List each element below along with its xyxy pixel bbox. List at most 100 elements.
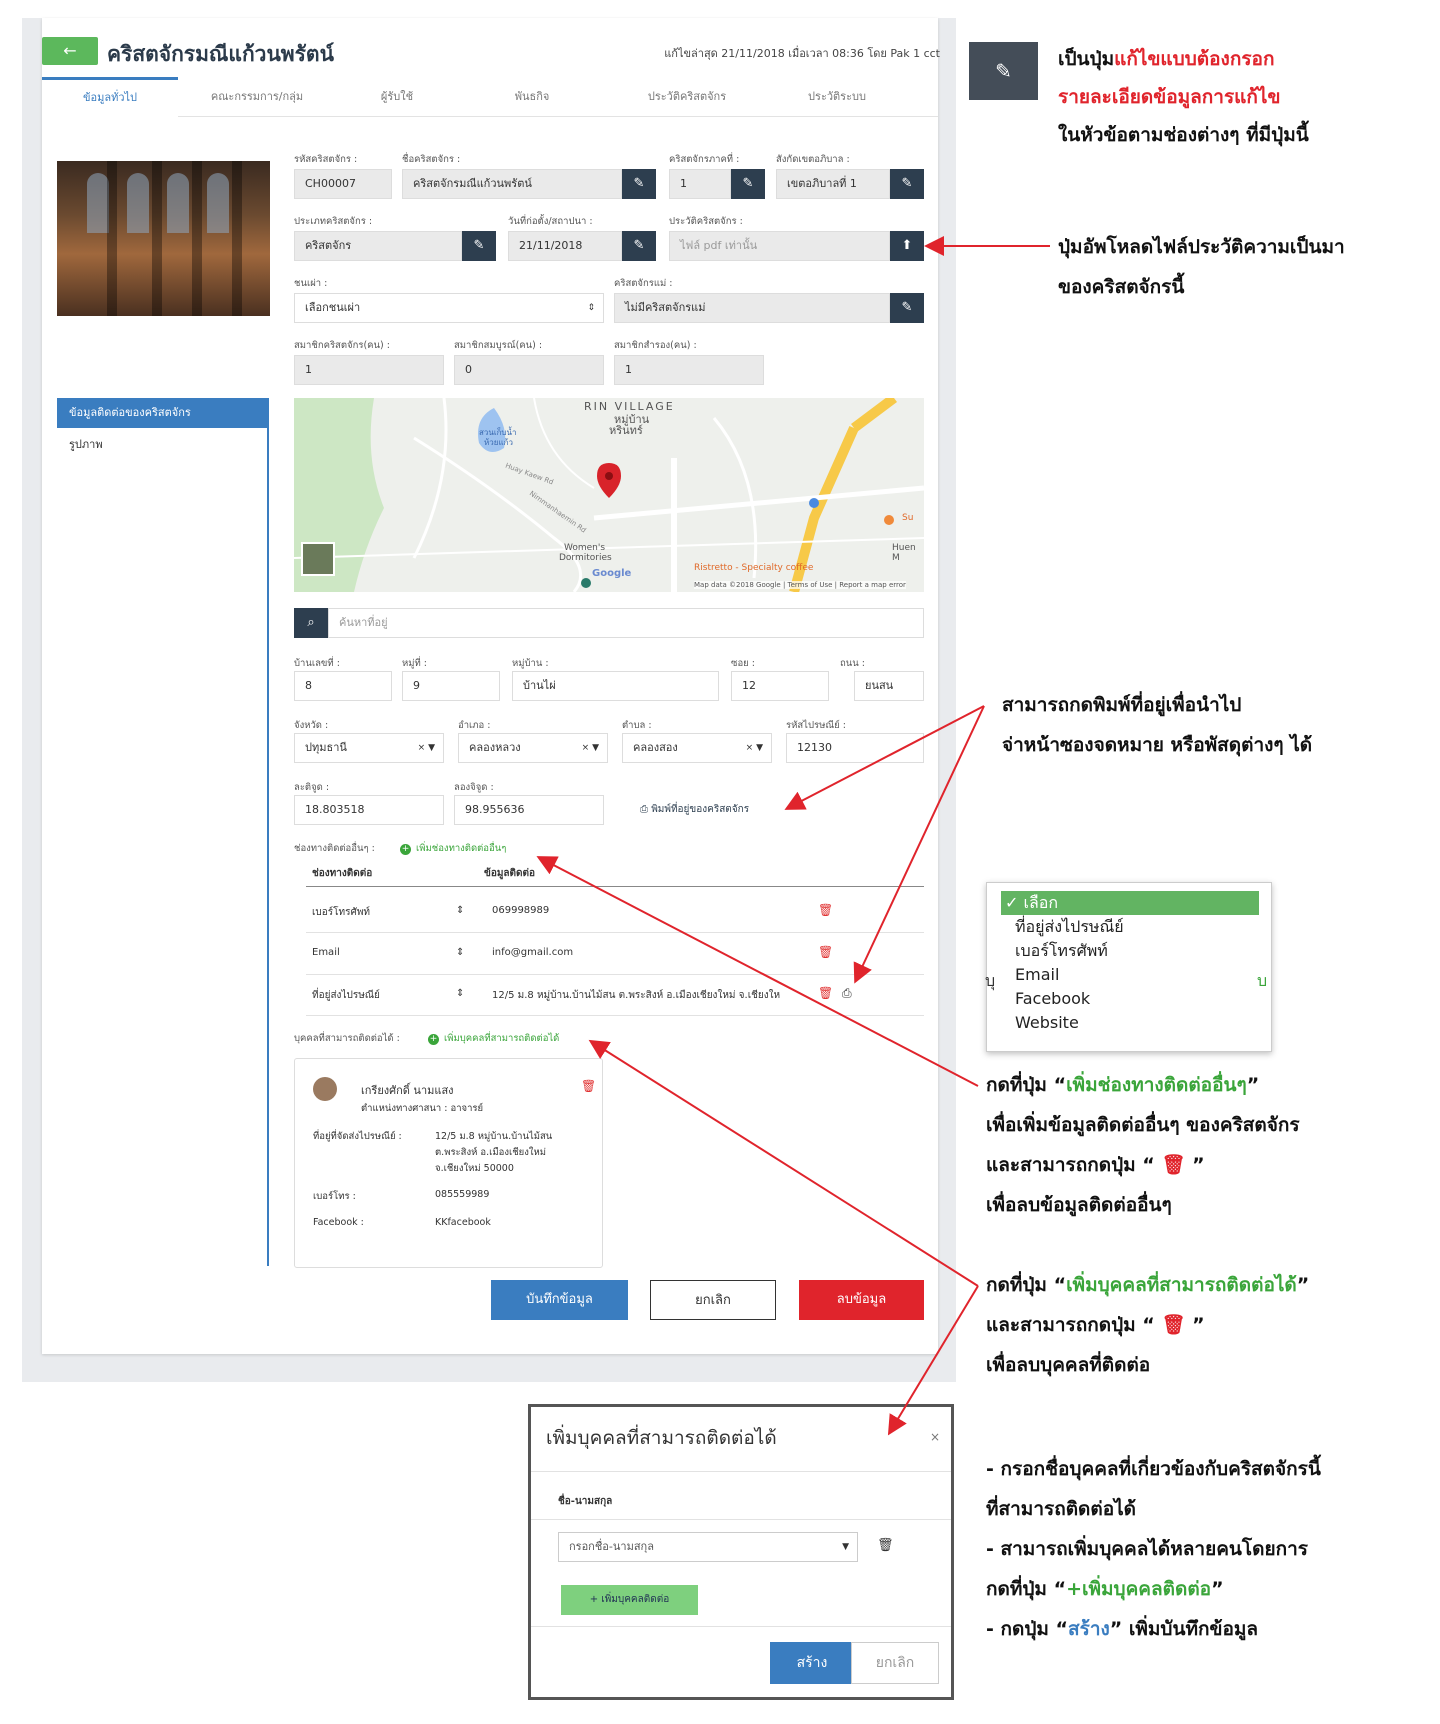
persons-label: บุคคลที่สามารถติดต่อได้ :: [294, 1033, 400, 1044]
sort-icon: ⇕: [456, 988, 465, 999]
plus-icon: +: [428, 1034, 439, 1045]
person-name-select[interactable]: กรอกชื่อ-นามสกุล ▼: [558, 1532, 858, 1562]
delete-button[interactable]: ลบข้อมูล: [799, 1280, 924, 1320]
annotation-print: สามารถกดพิมพ์ที่อยู่เพื่อนำไป: [1002, 694, 1242, 716]
dropdown-option[interactable]: Website: [1001, 1011, 1259, 1035]
road-field[interactable]: ยนสน: [854, 671, 924, 701]
close-icon[interactable]: ×: [930, 1430, 940, 1444]
type-field: คริสตจักร: [294, 231, 462, 261]
person-address-label: ที่อยู่ที่จัดส่งไปรษณีย์ :: [313, 1131, 402, 1142]
person-facebook-label: Facebook :: [313, 1217, 364, 1228]
tab-system-history[interactable]: ประวัติระบบ: [762, 77, 912, 117]
annotation-contact: เพื่อลบข้อมูลติดต่ออื่นๆ: [986, 1194, 1172, 1216]
mother-label: คริสตจักรแม่ :: [614, 278, 673, 289]
chevron-down-icon: × ▼: [417, 743, 435, 753]
person-card: เกรียงศักดิ์ นามแสง ตำแหน่งทางศาสนา : อา…: [294, 1058, 603, 1268]
lng-field[interactable]: 98.955636: [454, 795, 604, 825]
annotation-modal: - สามารถเพิ่มบุคคลได้หลายคนโดยการ: [986, 1538, 1308, 1560]
edit-icon: ✎: [742, 176, 754, 191]
edit-district-button[interactable]: ✎: [890, 169, 924, 199]
mother-field: ไม่มีคริสตจักรแม่: [614, 293, 890, 323]
plus-icon: +: [400, 844, 411, 855]
cancel-button[interactable]: ยกเลิก: [650, 1280, 776, 1320]
edit-name-button[interactable]: ✎: [622, 169, 656, 199]
map-logo: Google: [592, 568, 632, 579]
full-members-label: สมาชิกสมบูรณ์(คน) :: [454, 340, 543, 351]
trash-icon[interactable]: 🗑: [877, 1538, 894, 1553]
search-icon: ⌕: [307, 615, 315, 630]
full-members-field: 0: [454, 355, 604, 385]
map-label: Ristretto - Specialty coffee: [694, 563, 814, 573]
name-field: คริสตจักรมณีแก้วนพรัตน์: [402, 169, 622, 199]
dropdown-option[interactable]: Facebook: [1001, 987, 1259, 1011]
dropdown-option[interactable]: ✓ เลือก: [1001, 891, 1259, 915]
sort-icon: ⇕: [456, 947, 465, 958]
tambon-label: ตำบล :: [622, 720, 652, 731]
church-photo: [57, 161, 270, 316]
person-address: ต.พระสิงห์ อ.เมืองเชียงใหม่: [435, 1147, 547, 1158]
tambon-select[interactable]: คลองสอง × ▼: [622, 733, 772, 763]
postcode-field[interactable]: 12130: [786, 733, 924, 763]
edit-icon: ✎: [969, 42, 1038, 100]
province-label: จังหวัด :: [294, 720, 329, 731]
edit-icon: ✎: [473, 238, 485, 253]
lat-label: ละติจูด :: [294, 782, 330, 793]
history-label: ประวัติคริสตจักร :: [669, 216, 743, 227]
history-file-field[interactable]: ไฟล์ pdf เท่านั้น: [669, 231, 890, 261]
province-select[interactable]: ปทุมธานี × ▼: [294, 733, 444, 763]
founded-field: 21/11/2018: [508, 231, 622, 261]
add-person-contact-button[interactable]: + เพิ่มบุคคลติดต่อ: [561, 1585, 698, 1615]
side-item-photos[interactable]: รูปภาพ: [57, 430, 269, 460]
tribe-select[interactable]: เลือกชนเผ่า ⇕: [294, 293, 604, 323]
annotation-print: จ่าหน้าซองจดหมาย หรือพัสดุต่างๆ ได้: [1002, 734, 1313, 756]
search-button[interactable]: ⌕: [294, 608, 328, 638]
soi-field[interactable]: 12: [731, 671, 829, 701]
village-field[interactable]: บ้านไผ่: [512, 671, 719, 701]
tribe-label: ชนเผ่า :: [294, 278, 328, 289]
edit-region-button[interactable]: ✎: [731, 169, 765, 199]
location-map[interactable]: RIN VILLAGE หมู่บ้าน หรินทร์ สวนเก็บน้ำ …: [294, 398, 924, 592]
add-person-button[interactable]: + เพิ่มบุคคลที่สามารถติดต่อได้: [428, 1031, 559, 1046]
house-no-label: บ้านเลขที่ :: [294, 658, 340, 669]
tab-committee[interactable]: คณะกรรมการ/กลุ่ม: [182, 77, 332, 117]
house-no-field[interactable]: 8: [294, 671, 392, 701]
print-address-button[interactable]: ⎙ พิมพ์ที่อยู่ของคริสตจักร: [640, 802, 749, 817]
side-item-contact-info[interactable]: ข้อมูลติดต่อของคริสตจักร: [57, 398, 269, 428]
partial-text: บุ: [985, 971, 996, 990]
reserve-members-label: สมาชิกสำรอง(คน) :: [614, 340, 697, 351]
dropdown-option[interactable]: Email: [1001, 963, 1259, 987]
edit-mother-button[interactable]: ✎: [890, 293, 924, 323]
annotation-upload: ปุ่มอัพโหลดไฟล์ประวัติความเป็นมา: [1058, 236, 1345, 258]
map-label: Huen M: [892, 543, 916, 563]
tab-church-history[interactable]: ประวัติคริสตจักร: [612, 77, 762, 117]
person-name: เกรียงศักดิ์ นามแสง: [361, 1084, 454, 1097]
tab-servants[interactable]: ผู้รับใช้: [342, 77, 452, 117]
upload-history-button[interactable]: ⬆: [890, 231, 924, 261]
trash-icon[interactable]: 🗑: [581, 1079, 596, 1093]
trash-icon[interactable]: 🗑: [818, 945, 833, 959]
edit-icon: ✎: [633, 176, 645, 191]
dropdown-option[interactable]: เบอร์โทรศัพท์: [1001, 939, 1259, 963]
trash-icon[interactable]: 🗑: [818, 903, 833, 917]
create-button[interactable]: สร้าง: [770, 1642, 854, 1684]
map-attribution: Map data ©2018 Google | Terms of Use | R…: [694, 581, 906, 589]
back-button[interactable]: ←: [42, 37, 98, 65]
moo-field[interactable]: 9: [402, 671, 500, 701]
lat-field[interactable]: 18.803518: [294, 795, 444, 825]
tab-missions[interactable]: พันธกิจ: [472, 77, 592, 117]
tab-general[interactable]: ข้อมูลทั่วไป: [42, 77, 178, 117]
modal-cancel-button[interactable]: ยกเลิก: [851, 1642, 939, 1684]
print-icon[interactable]: ⎙: [842, 986, 852, 1001]
save-button[interactable]: บันทึกข้อมูล: [491, 1280, 628, 1320]
dropdown-option[interactable]: ที่อยู่ส่งไปรษณีย์: [1001, 915, 1259, 939]
address-search-input[interactable]: ค้นหาที่อยู่: [328, 608, 924, 638]
amphoe-select[interactable]: คลองหลวง × ▼: [458, 733, 608, 763]
edit-type-button[interactable]: ✎: [462, 231, 496, 261]
trash-icon[interactable]: 🗑: [818, 986, 833, 1000]
edit-founded-button[interactable]: ✎: [622, 231, 656, 261]
contact-type-dropdown[interactable]: บุ บ ✓ เลือก ที่อยู่ส่งไปรษณีย์ เบอร์โทร…: [985, 882, 1272, 1052]
add-contact-channel-button[interactable]: + เพิ่มช่องทางติดต่ออื่นๆ: [400, 841, 506, 856]
person-position: ตำแหน่งทางศาสนา : อาจารย์: [361, 1103, 484, 1114]
col-info-header: ข้อมูลติดต่อ: [484, 868, 536, 879]
contact-info: info@gmail.com: [492, 947, 574, 958]
